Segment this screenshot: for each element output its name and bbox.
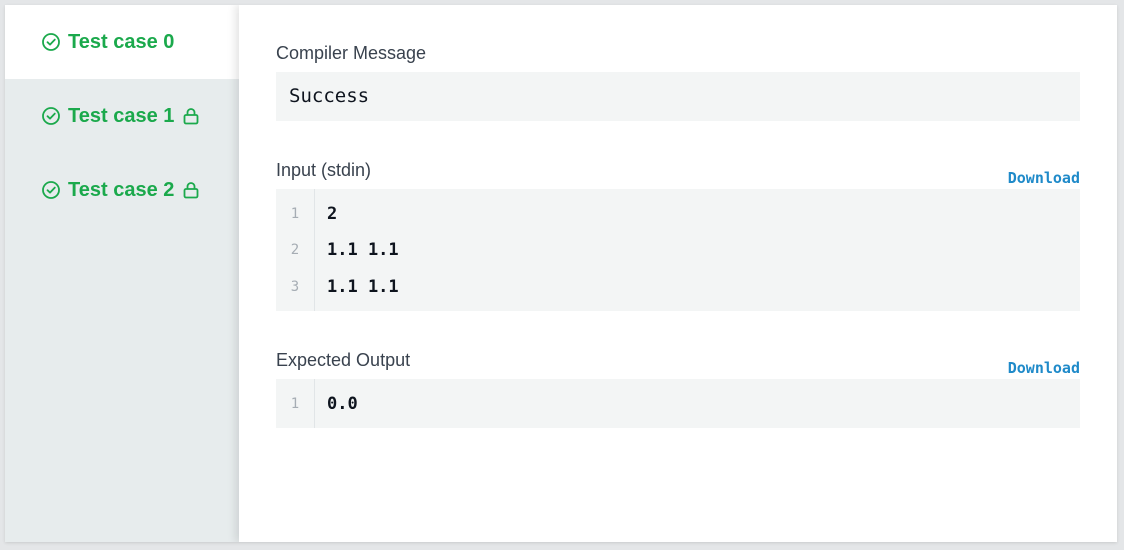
line-text: 2 <box>327 203 338 224</box>
code-line: 3 1.1 1.1 <box>276 268 1080 305</box>
line-number: 3 <box>290 278 300 295</box>
check-circle-icon <box>41 180 61 200</box>
code-line: 2 1.1 1.1 <box>276 231 1080 268</box>
expected-output-label: Expected Output <box>276 350 411 370</box>
compiler-message-text: Success <box>289 85 370 107</box>
input-label: Input (stdin) <box>276 160 372 180</box>
input-code-box: 1 2 2 1.1 1.1 3 1.1 1.1 <box>276 189 1080 311</box>
test-results-panel: Test case 0 Test case 1 Test case 2 Comp… <box>5 5 1117 542</box>
compiler-message-label: Compiler Message <box>276 43 427 63</box>
code-line: 1 2 <box>276 195 1080 232</box>
line-text: 0.0 <box>327 393 358 414</box>
line-number: 1 <box>290 395 300 412</box>
tab-test-case-1[interactable]: Test case 1 <box>5 79 239 153</box>
code-line: 1 0.0 <box>276 385 1080 422</box>
tab-test-case-0[interactable]: Test case 0 <box>5 5 239 79</box>
check-circle-icon <box>41 106 61 126</box>
tab-label: Test case 1 <box>68 104 175 127</box>
compiler-message-box: Success <box>276 72 1080 121</box>
line-number: 2 <box>290 241 300 258</box>
lock-icon <box>181 106 201 126</box>
expected-output-download-link[interactable]: Download <box>1008 359 1080 377</box>
lock-icon <box>181 180 201 200</box>
test-case-sidebar: Test case 0 Test case 1 Test case 2 <box>5 5 239 542</box>
check-circle-icon <box>41 32 61 52</box>
tab-label: Test case 0 <box>68 30 175 53</box>
line-text: 1.1 1.1 <box>327 239 399 260</box>
expected-output-code-box: 1 0.0 <box>276 379 1080 428</box>
line-text: 1.1 1.1 <box>327 276 399 297</box>
tab-label: Test case 2 <box>68 178 175 201</box>
line-number: 1 <box>290 205 300 222</box>
input-download-link[interactable]: Download <box>1008 169 1080 187</box>
test-case-details: Compiler Message Success Input (stdin) D… <box>239 5 1117 542</box>
tab-test-case-2[interactable]: Test case 2 <box>5 153 239 227</box>
